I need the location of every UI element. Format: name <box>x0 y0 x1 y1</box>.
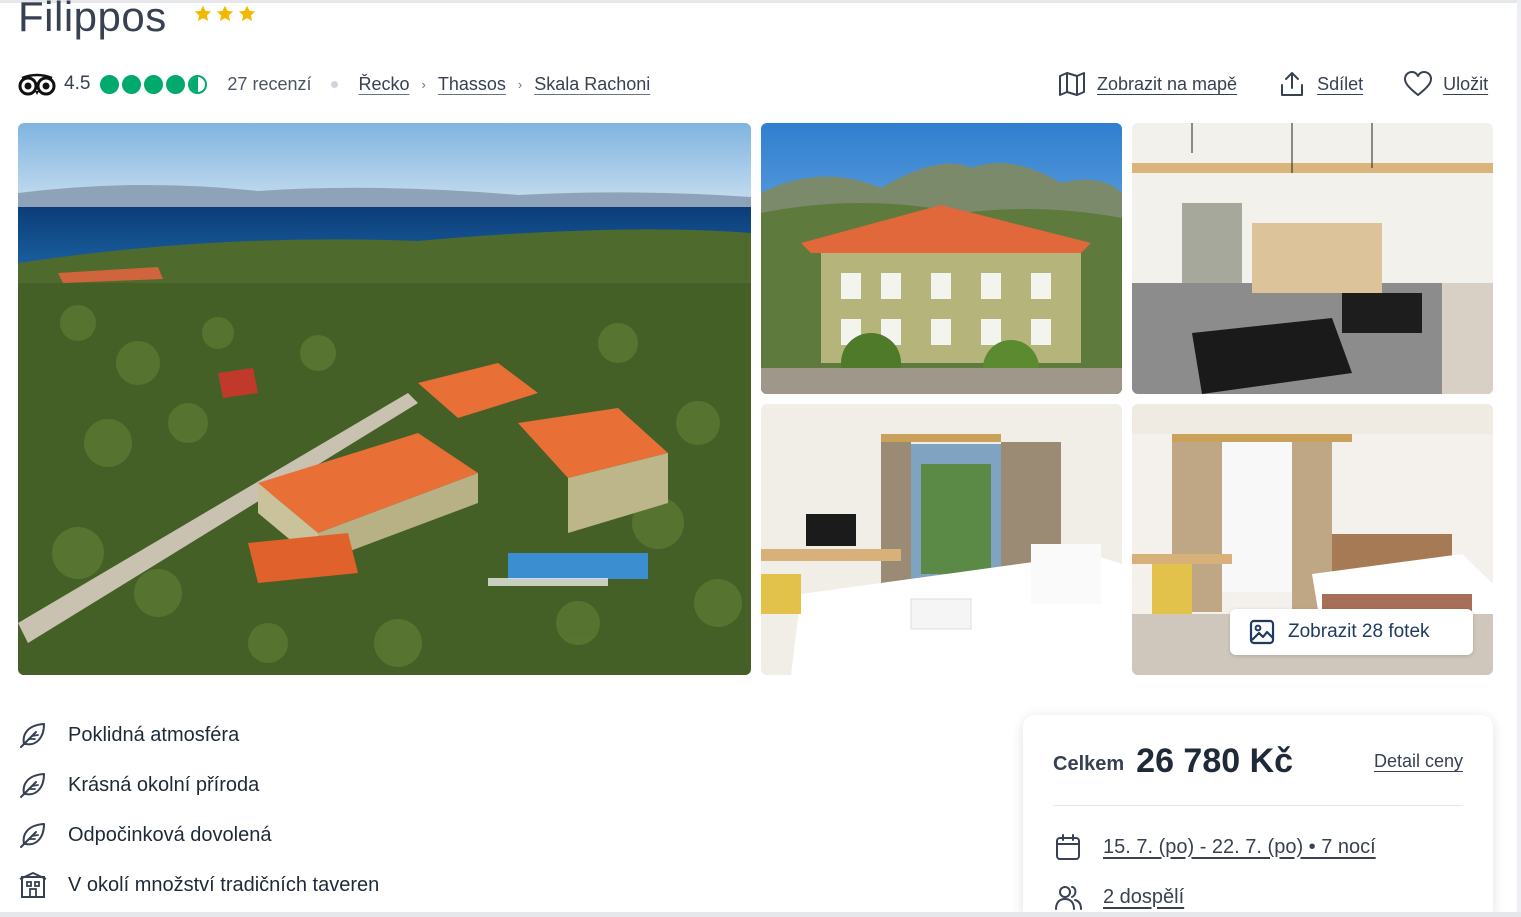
heart-icon <box>1404 71 1433 96</box>
trip-dates-row[interactable]: 15. 7. (po) - 22. 7. (po) • 7 nocí <box>1053 832 1376 862</box>
share-icon <box>1281 72 1304 96</box>
map-icon <box>1059 72 1085 96</box>
guests-row[interactable]: 2 dospělí <box>1053 882 1184 912</box>
feature-text: Krásná okolní příroda <box>68 773 260 796</box>
rating-bubble-full <box>122 74 142 94</box>
hotel-header: Filippos <box>18 0 257 42</box>
feature-item: Krásná okolní příroda <box>18 760 379 810</box>
gallery-photo-main[interactable] <box>18 123 751 675</box>
scrollbar[interactable] <box>1517 0 1521 917</box>
feature-text: Poklidná atmosféra <box>68 723 240 746</box>
chevron-right-icon: › <box>421 76 426 92</box>
price-total-row: Celkem 26 780 Kč Detail ceny <box>1053 739 1463 783</box>
feature-text: Odpočinková dovolená <box>68 823 272 846</box>
share-button[interactable]: Sdílet <box>1277 69 1363 99</box>
star-icon <box>216 5 233 22</box>
gallery-photo-bedroom-1[interactable] <box>761 404 1122 675</box>
hotel-features: Poklidná atmosféra Krásná okolní příroda… <box>18 710 379 910</box>
trip-dates: 15. 7. (po) - 22. 7. (po) • 7 nocí <box>1103 835 1376 858</box>
save-label: Uložit <box>1443 73 1489 94</box>
gallery-photo-exterior[interactable] <box>761 123 1122 394</box>
rating-bubble-full <box>144 74 164 94</box>
star-icon <box>238 5 255 22</box>
show-all-photos-label: Zobrazit 28 fotek <box>1288 621 1430 642</box>
breadcrumb-town[interactable]: Skala Rachoni <box>534 74 650 95</box>
feature-item: Odpočinková dovolená <box>18 810 379 860</box>
aerial-hotel-image <box>18 123 751 675</box>
bedroom-image <box>761 404 1122 675</box>
separator-dot <box>331 80 339 88</box>
chevron-right-icon: › <box>517 76 523 92</box>
tripadvisor-owl-icon <box>18 73 56 96</box>
leaf-icon <box>20 723 45 748</box>
divider <box>1053 805 1463 806</box>
hotel-name: Filippos <box>18 0 167 40</box>
star-icon <box>194 5 211 22</box>
leaf-icon <box>20 823 45 848</box>
show-map-label: Zobrazit na mapě <box>1097 73 1238 94</box>
hotel-lobby-image <box>1132 123 1493 394</box>
building-icon <box>19 872 47 898</box>
total-price: 26 780 Kč <box>1136 741 1294 780</box>
rating-bubbles <box>100 74 208 94</box>
total-label: Celkem <box>1053 752 1125 775</box>
rating-value: 4.5 <box>64 73 91 94</box>
calendar-icon <box>1056 834 1080 860</box>
show-all-photos-button[interactable]: Zobrazit 28 fotek <box>1230 609 1473 655</box>
users-icon <box>1055 886 1082 910</box>
feature-item: Poklidná atmosféra <box>18 710 379 760</box>
leaf-icon <box>20 773 45 798</box>
image-icon <box>1249 619 1275 645</box>
hotel-stars <box>193 4 257 24</box>
save-button[interactable]: Uložit <box>1403 69 1488 99</box>
breadcrumb-country[interactable]: Řecko <box>358 74 409 95</box>
feature-item: V okolí množství tradičních taveren <box>18 860 379 910</box>
gallery-photo-lobby[interactable] <box>1132 123 1493 394</box>
rating-bubble-full <box>166 74 186 94</box>
feature-text: V okolí množství tradičních taveren <box>68 873 380 896</box>
hotel-actions: Zobrazit na mapě Sdílet Uložit <box>1057 68 1488 100</box>
guests-count: 2 dospělí <box>1103 885 1185 908</box>
price-card: Celkem 26 780 Kč Detail ceny 15. 7. (po)… <box>1023 715 1493 917</box>
price-detail-link[interactable]: Detail ceny <box>1374 751 1463 772</box>
rating-bubble-half <box>188 74 208 94</box>
rating-bubble-full <box>100 74 120 94</box>
share-label: Sdílet <box>1317 73 1364 94</box>
bottom-border <box>0 912 1521 917</box>
breadcrumb-island[interactable]: Thassos <box>438 74 506 95</box>
show-map-button[interactable]: Zobrazit na mapě <box>1057 69 1237 99</box>
hotel-exterior-image <box>761 123 1122 394</box>
reviews-count[interactable]: 27 recenzí <box>227 74 311 95</box>
